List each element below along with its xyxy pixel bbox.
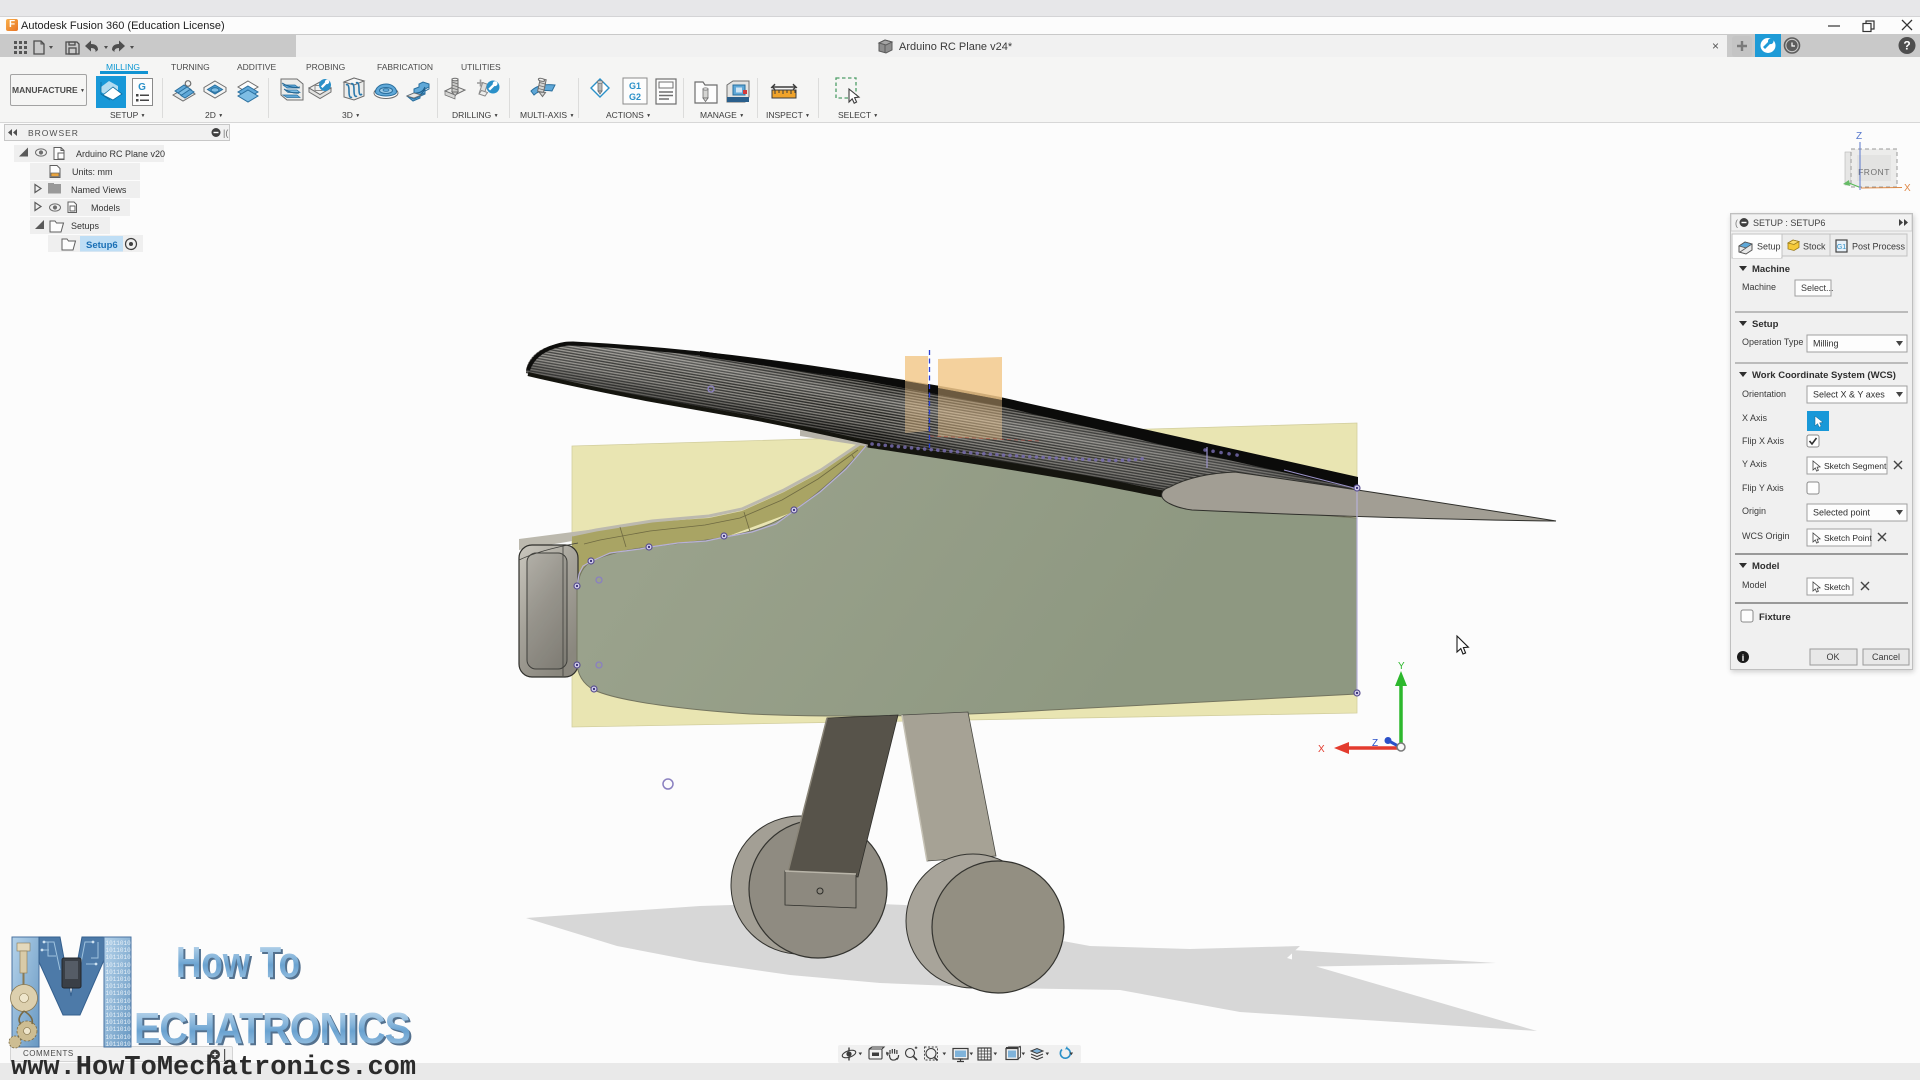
- svg-text:G: G: [138, 82, 146, 93]
- svg-text:1011010: 1011010: [106, 1012, 132, 1019]
- svg-text:Units: mm: Units: mm: [72, 167, 113, 177]
- svg-text:Cancel: Cancel: [1872, 652, 1900, 662]
- svg-text:1011010: 1011010: [106, 983, 132, 990]
- svg-text:Setup: Setup: [1752, 319, 1779, 330]
- svg-text:Stock: Stock: [1803, 242, 1826, 252]
- svg-text:How To: How To: [176, 938, 300, 987]
- svg-text:Origin: Origin: [1742, 506, 1766, 516]
- svg-text:Sketch: Sketch: [1824, 582, 1850, 592]
- svg-text:X: X: [1318, 744, 1325, 755]
- svg-text:Flip Y Axis: Flip Y Axis: [1742, 483, 1784, 493]
- svg-text:Sketch Point: Sketch Point: [1824, 533, 1872, 543]
- svg-text:WCS Origin: WCS Origin: [1742, 531, 1790, 541]
- svg-text:G2: G2: [629, 92, 641, 102]
- svg-text:SETUP : SETUP6: SETUP : SETUP6: [1753, 218, 1825, 228]
- svg-text:FRONT: FRONT: [1858, 167, 1890, 177]
- svg-text:|(: |(: [223, 128, 228, 138]
- svg-text:Orientation: Orientation: [1742, 389, 1786, 399]
- svg-text:Machine: Machine: [1742, 282, 1776, 292]
- svg-text:X: X: [1904, 183, 1911, 194]
- svg-text:1011010: 1011010: [106, 954, 132, 961]
- svg-text:?: ?: [1903, 39, 1910, 53]
- svg-text:ECHATRONICS: ECHATRONICS: [134, 1004, 410, 1053]
- svg-text:Machine: Machine: [1752, 264, 1790, 275]
- svg-text:G1: G1: [1837, 244, 1846, 251]
- svg-text:1011010: 1011010: [106, 976, 132, 983]
- svg-text:Work Coordinate System (WCS): Work Coordinate System (WCS): [1752, 370, 1896, 381]
- svg-text:Y Axis: Y Axis: [1742, 459, 1767, 469]
- svg-text:1011010: 1011010: [106, 940, 132, 947]
- svg-text:BROWSER: BROWSER: [28, 128, 79, 138]
- svg-text:Named Views: Named Views: [71, 185, 127, 195]
- svg-text:Post Process: Post Process: [1852, 242, 1906, 252]
- svg-text:Milling: Milling: [1813, 339, 1839, 349]
- svg-text:1011010: 1011010: [106, 998, 132, 1005]
- svg-text:1011010: 1011010: [106, 947, 132, 954]
- svg-text:Select...: Select...: [1801, 283, 1834, 293]
- svg-text:1011010: 1011010: [106, 1005, 132, 1012]
- svg-text:Setup6: Setup6: [86, 240, 118, 251]
- svg-text:Setups: Setups: [71, 221, 100, 231]
- svg-text:Arduino RC Plane v20: Arduino RC Plane v20: [76, 149, 165, 159]
- svg-text:Selected point: Selected point: [1813, 508, 1871, 518]
- svg-text:Model: Model: [1752, 561, 1779, 572]
- svg-text:Select X & Y axes: Select X & Y axes: [1813, 390, 1885, 400]
- svg-text:Y: Y: [1398, 661, 1405, 672]
- svg-text:Z: Z: [1372, 738, 1378, 749]
- svg-text:1011010: 1011010: [106, 1034, 132, 1041]
- svg-text:1011010: 1011010: [106, 962, 132, 969]
- svg-text:Models: Models: [91, 203, 121, 213]
- svg-text:Fixture: Fixture: [1759, 612, 1791, 623]
- svg-text:1011010: 1011010: [106, 1019, 132, 1026]
- svg-text:1011010: 1011010: [106, 990, 132, 997]
- svg-text:Z: Z: [1856, 131, 1862, 142]
- svg-text:Operation Type: Operation Type: [1742, 337, 1803, 347]
- svg-text:1011010: 1011010: [106, 969, 132, 976]
- svg-text:X Axis: X Axis: [1742, 413, 1768, 423]
- svg-text:Flip X Axis: Flip X Axis: [1742, 436, 1785, 446]
- svg-text:Sketch Segment: Sketch Segment: [1824, 461, 1887, 471]
- svg-text:Setup: Setup: [1757, 242, 1781, 252]
- svg-text:OK: OK: [1826, 652, 1839, 662]
- svg-text:G1: G1: [629, 81, 641, 91]
- svg-text:Model: Model: [1742, 580, 1767, 590]
- svg-text:i: i: [1742, 653, 1745, 663]
- svg-text:1011010: 1011010: [106, 1026, 132, 1033]
- svg-text:1011010: 1011010: [106, 1041, 132, 1048]
- svg-text:(: (: [1735, 218, 1738, 228]
